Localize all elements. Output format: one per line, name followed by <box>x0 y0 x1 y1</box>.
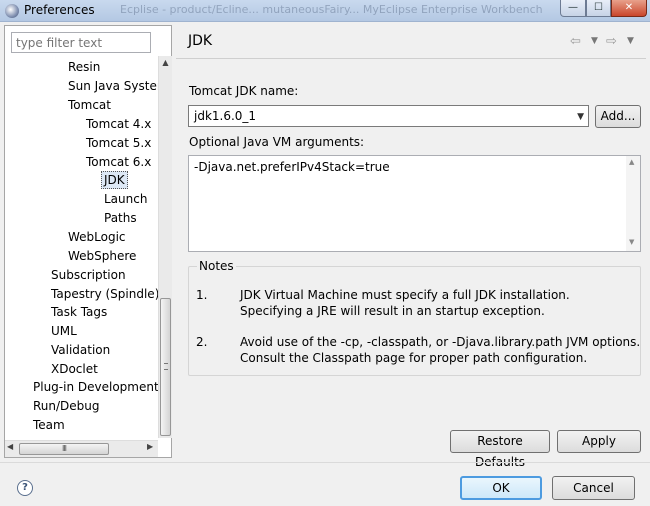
forward-arrow-icon[interactable]: ⇨ <box>606 34 617 49</box>
window-title: Preferences <box>24 3 95 17</box>
background-window-title: Ecplise - product/Ecline... mutaneousFai… <box>120 3 543 16</box>
tree-item-paths[interactable]: Paths <box>104 209 137 227</box>
tree-horizontal-scrollbar[interactable]: ◀ III ▶ <box>5 440 158 457</box>
menu-dropdown-icon[interactable]: ▼ <box>627 36 634 46</box>
filter-input[interactable] <box>11 32 151 53</box>
preference-tree: Resin Sun Java System Tomcat Tomcat 4.x … <box>5 56 158 436</box>
note-line: Specifying a JRE will result in an start… <box>240 304 545 318</box>
preference-page: JDK ⇦ ▼ ⇨ ▼ Tomcat JDK name: jdk1.6.0_1 … <box>176 25 646 469</box>
scroll-grip-icon <box>164 363 168 370</box>
cancel-button[interactable]: Cancel <box>552 476 635 500</box>
chevron-down-icon[interactable]: ▼ <box>577 109 584 125</box>
jdk-name-select[interactable]: jdk1.6.0_1 ▼ <box>188 105 589 127</box>
maximize-button[interactable]: ☐ <box>586 0 611 17</box>
help-icon[interactable]: ? <box>17 480 33 496</box>
tree-item-subscription[interactable]: Subscription <box>51 266 126 284</box>
tree-item-tapestry[interactable]: Tapestry (Spindle) <box>51 285 158 303</box>
vm-arguments-value: -Djava.net.preferIPv4Stack=true <box>194 160 390 174</box>
scroll-up-arrow-icon[interactable]: ▲ <box>159 56 172 70</box>
page-title: JDK <box>188 33 213 49</box>
vm-arguments-textarea[interactable]: -Djava.net.preferIPv4Stack=true ▲ ▼ <box>188 155 641 252</box>
note-number: 1. <box>196 288 208 302</box>
restore-defaults-button[interactable]: Restore Defaults <box>450 430 550 469</box>
tree-item-sun-java-system[interactable]: Sun Java System <box>68 77 158 95</box>
scroll-right-arrow-icon[interactable]: ▶ <box>147 442 153 451</box>
back-dropdown-icon[interactable]: ▼ <box>591 36 598 46</box>
close-button[interactable]: ✕ <box>611 0 647 17</box>
tree-item-tomcat-6x[interactable]: Tomcat 6.x <box>86 153 151 171</box>
notes-group: Notes 1. JDK Virtual Machine must specif… <box>188 259 641 376</box>
jdk-selected-value: jdk1.6.0_1 <box>194 109 257 123</box>
back-arrow-icon[interactable]: ⇦ <box>570 34 581 49</box>
tree-item-uml[interactable]: UML <box>51 322 77 340</box>
scroll-up-arrow-icon[interactable]: ▲ <box>629 158 634 166</box>
tree-item-tomcat[interactable]: Tomcat <box>68 96 111 114</box>
vertical-scroll-thumb[interactable] <box>160 298 171 436</box>
tree-item-validation[interactable]: Validation <box>51 341 110 359</box>
tree-vertical-scrollbar[interactable]: ▲ <box>158 56 172 438</box>
tree-item-resin[interactable]: Resin <box>68 58 100 76</box>
title-bar: Preferences Ecplise - product/Ecline... … <box>0 0 650 22</box>
tree-item-tomcat-5x[interactable]: Tomcat 5.x <box>86 134 151 152</box>
preference-tree-panel: Resin Sun Java System Tomcat Tomcat 4.x … <box>4 25 172 458</box>
scroll-left-arrow-icon[interactable]: ◀ <box>7 442 13 451</box>
tree-item-plugin-development[interactable]: Plug-in Development <box>33 378 158 396</box>
page-header: JDK ⇦ ▼ ⇨ ▼ <box>176 25 646 59</box>
horizontal-scroll-thumb[interactable]: III <box>19 443 109 455</box>
tree-item-jdk[interactable]: JDK <box>101 171 128 189</box>
minimize-button[interactable]: — <box>560 0 586 17</box>
note-line: JDK Virtual Machine must specify a full … <box>240 288 570 302</box>
tree-item-launch[interactable]: Launch <box>104 190 147 208</box>
note-number: 2. <box>196 335 208 349</box>
apply-button[interactable]: Apply <box>557 430 641 453</box>
scroll-down-arrow-icon[interactable]: ▼ <box>629 238 634 246</box>
tree-item-task-tags[interactable]: Task Tags <box>51 303 107 321</box>
note-line: Avoid use of the -cp, -classpath, or -Dj… <box>240 335 641 349</box>
jdk-name-label: Tomcat JDK name: <box>189 84 299 98</box>
vm-arguments-label: Optional Java VM arguments: <box>189 135 365 149</box>
note-line: Consult the Classpath page for proper pa… <box>240 351 588 365</box>
notes-title: Notes <box>197 259 236 273</box>
add-jdk-button[interactable]: Add... <box>595 105 641 128</box>
tree-item-xdoclet[interactable]: XDoclet <box>51 360 98 378</box>
tree-item-tomcat-4x[interactable]: Tomcat 4.x <box>86 115 151 133</box>
textarea-scrollbar[interactable]: ▲ ▼ <box>626 156 640 251</box>
tree-item-weblogic[interactable]: WebLogic <box>68 228 126 246</box>
tree-item-run-debug[interactable]: Run/Debug <box>33 397 100 415</box>
footer-divider <box>0 462 650 463</box>
tree-item-websphere[interactable]: WebSphere <box>68 247 136 265</box>
tree-item-team[interactable]: Team <box>33 416 65 434</box>
eclipse-app-icon <box>5 4 19 18</box>
ok-button[interactable]: OK <box>460 476 542 500</box>
